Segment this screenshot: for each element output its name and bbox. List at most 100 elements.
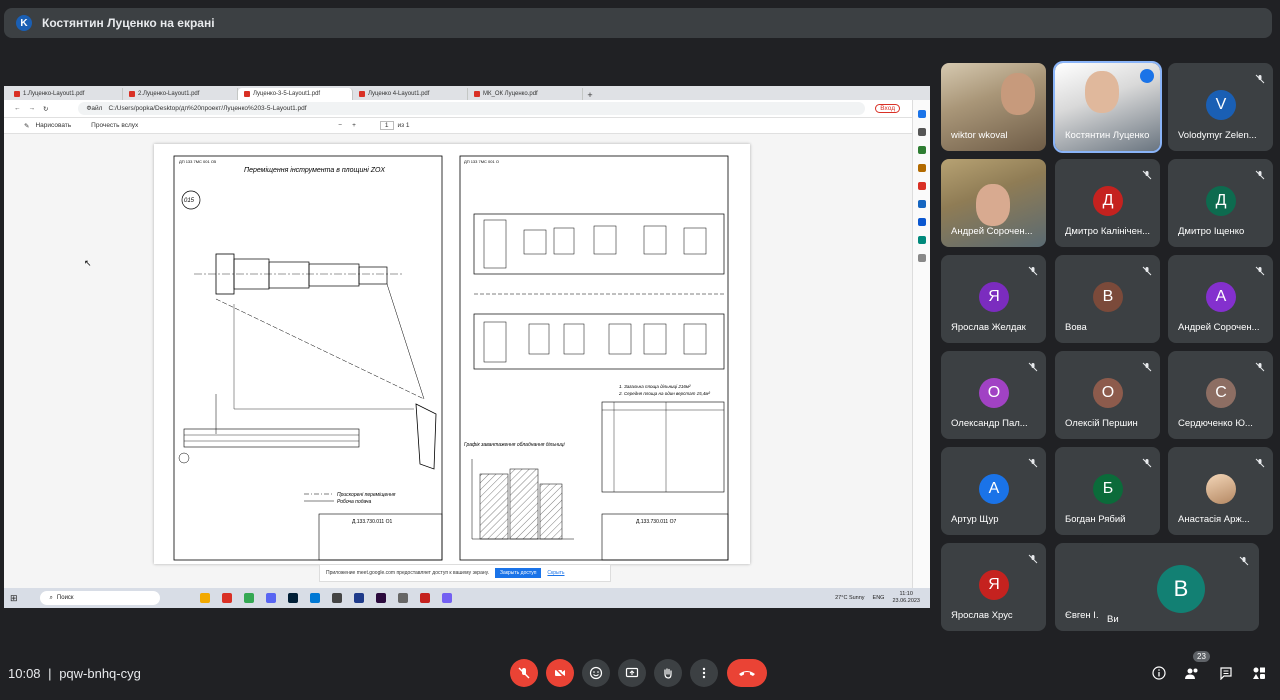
page-total: из 1 <box>397 122 410 129</box>
load-chart-title: Графік завантаження обладнання дільниці <box>464 442 566 448</box>
participant-avatar: А <box>979 474 1009 504</box>
draw-icon[interactable]: ✎ <box>24 122 29 130</box>
pdf-toolbar: ✎ Нарисовать Прочесть вслух − + 1 из 1 <box>4 118 930 134</box>
participant-name: Volodymyr Zelen... <box>1178 130 1257 141</box>
participant-name: Ярослав Хрус <box>951 610 1013 621</box>
browser-tab[interactable]: Луценко 4-Layout1.pdf <box>353 88 468 100</box>
participant-tile[interactable]: О Олексій Першин <box>1055 351 1160 439</box>
windows-start-icon[interactable]: ⊞ <box>10 593 18 604</box>
discord-icon[interactable] <box>265 593 276 603</box>
chrome-icon[interactable] <box>243 593 254 603</box>
shapes-icon <box>1253 667 1265 679</box>
copilot-icon[interactable] <box>917 110 926 118</box>
present-button[interactable] <box>618 659 646 687</box>
taskbar-clock[interactable]: 11:10 23.06.2023 <box>892 591 920 605</box>
add-icon[interactable] <box>917 254 926 262</box>
camera-toggle-button[interactable] <box>546 659 574 687</box>
participant-avatar: Д <box>1206 186 1236 216</box>
participant-tile[interactable]: V Volodymyr Zelen... <box>1168 63 1273 151</box>
page-number-input[interactable]: 1 <box>379 121 394 130</box>
outlook-icon[interactable] <box>917 218 926 226</box>
hide-button[interactable]: Скрыть <box>547 570 564 576</box>
participant-name: Андрей Сорочен... <box>951 226 1033 237</box>
settings-icon[interactable] <box>397 593 408 603</box>
participant-tile[interactable]: А Андрей Сорочен... <box>1168 255 1273 343</box>
participant-tile[interactable]: Д Дмитро Калінічен... <box>1055 159 1160 247</box>
draw-button[interactable]: Нарисовать <box>35 122 71 129</box>
reactions-button[interactable] <box>582 659 610 687</box>
photoshop-icon[interactable] <box>287 593 298 603</box>
opera-icon[interactable] <box>221 593 232 603</box>
drop-icon[interactable] <box>917 236 926 244</box>
windows-taskbar: ⊞ ⌕ Поиск 27°C Sunny ENG 11:10 23.06.202… <box>4 588 930 608</box>
participant-video <box>1085 71 1119 113</box>
participant-tile[interactable]: wiktor wkoval <box>941 63 1046 151</box>
participant-tile[interactable]: В Вова <box>1055 255 1160 343</box>
browser-tab[interactable]: 2.Луценко-Layout1.pdf <box>123 88 238 100</box>
chat-button[interactable] <box>1217 664 1235 682</box>
reload-icon[interactable]: ↻ <box>43 105 48 113</box>
more-options-button[interactable] <box>690 659 718 687</box>
emoji-icon <box>589 666 603 680</box>
right-sheet-code: ДП 133 7МС 001 О <box>464 159 499 164</box>
participant-tile[interactable]: А Артур Щур <box>941 447 1046 535</box>
people-button[interactable] <box>1183 664 1201 682</box>
browser-tab[interactable]: 1.Луценко-Layout1.pdf <box>8 88 123 100</box>
participant-avatar: V <box>1206 90 1236 120</box>
meeting-info-button[interactable] <box>1150 664 1168 682</box>
participant-tile[interactable]: Андрей Сорочен... <box>941 159 1046 247</box>
raise-hand-button[interactable] <box>654 659 682 687</box>
participant-tile[interactable]: Анастасія Арж... <box>1168 447 1273 535</box>
language-indicator[interactable]: ENG <box>873 595 885 601</box>
participant-name: Сердюченко Ю... <box>1178 418 1253 429</box>
browser-tab[interactable]: МК_ОК Луценко.pdf <box>468 88 583 100</box>
calculator-icon[interactable] <box>331 593 342 603</box>
edge-icon[interactable] <box>309 593 320 603</box>
new-tab-icon[interactable]: + <box>583 90 597 100</box>
participant-tile[interactable]: Б Богдан Рябий <box>1055 447 1160 535</box>
left-stamp-code: Д.133.730.011 О1 <box>352 519 392 525</box>
mic-off-icon <box>1255 455 1265 468</box>
stop-sharing-button[interactable]: Закрыть доступ <box>495 568 542 578</box>
browser-tab-active[interactable]: Луценко-3-5-Layout1.pdf <box>238 88 353 100</box>
file-explorer-icon[interactable] <box>199 593 210 603</box>
zoom-in-icon[interactable]: + <box>352 122 356 129</box>
search-icon[interactable] <box>917 128 926 136</box>
url-prefix: Файл <box>86 105 103 112</box>
tag-icon[interactable] <box>917 146 926 154</box>
right-stamp-code: Д.133.730.011 О7 <box>636 519 676 525</box>
participant-name: Анастасія Арж... <box>1178 514 1250 525</box>
after-effects-icon[interactable] <box>375 593 386 603</box>
participant-tile-speaking[interactable]: Костянтин Луценко <box>1053 61 1162 153</box>
mic-toggle-button[interactable] <box>510 659 538 687</box>
forward-icon[interactable]: → <box>29 105 36 112</box>
tools-icon[interactable] <box>917 200 926 208</box>
participant-tile[interactable]: О Олександр Пал... <box>941 351 1046 439</box>
browser-icon[interactable] <box>419 593 430 603</box>
zoom-out-icon[interactable]: − <box>338 122 342 129</box>
presenter-avatar: K <box>16 15 32 31</box>
taskbar-search[interactable]: ⌕ Поиск <box>39 591 160 605</box>
mic-off-icon <box>1142 455 1152 468</box>
participant-tile[interactable]: Д Дмитро Іщенко <box>1168 159 1273 247</box>
viber-icon[interactable] <box>441 593 452 603</box>
self-tile[interactable]: B Ви <box>1099 543 1259 631</box>
vs-icon[interactable] <box>353 593 364 603</box>
chat-icon <box>1220 667 1232 680</box>
mic-off-icon <box>1255 359 1265 372</box>
activities-button[interactable] <box>1250 664 1268 682</box>
briefcase-icon[interactable] <box>917 164 926 172</box>
profile-button[interactable]: Вход <box>875 104 900 113</box>
games-icon[interactable] <box>917 182 926 190</box>
address-bar: ← → ↻ Файл C:/Users/popka/Desktop/дп%20п… <box>4 100 930 118</box>
mic-off-icon <box>1028 359 1038 372</box>
participant-tile[interactable]: Я Ярослав Хрус <box>941 543 1046 631</box>
leave-call-button[interactable] <box>727 659 767 687</box>
read-aloud-button[interactable]: Прочесть вслух <box>91 122 138 129</box>
back-icon[interactable]: ← <box>14 105 21 112</box>
participant-tile[interactable]: Я Ярослав Желдак <box>941 255 1046 343</box>
pdf-icon <box>14 91 20 97</box>
participant-name: Дмитро Іщенко <box>1178 226 1245 237</box>
url-field[interactable]: Файл C:/Users/popka/Desktop/дп%20проект/… <box>78 102 866 115</box>
participant-tile[interactable]: С Сердюченко Ю... <box>1168 351 1273 439</box>
